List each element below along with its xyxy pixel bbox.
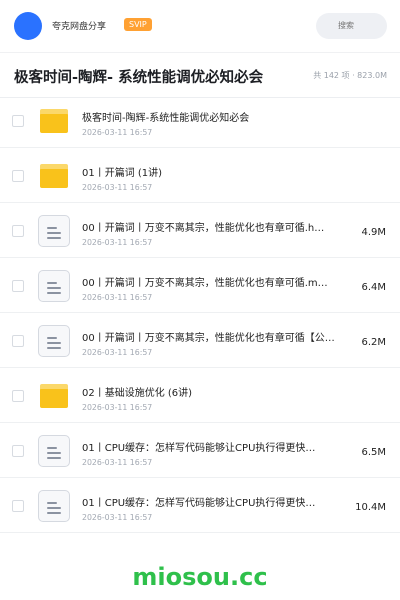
- item-size: 6.4M: [361, 282, 386, 293]
- folder-title-bar: 极客时间-陶辉- 系统性能调优必知必会 共 142 项 · 823.0M: [0, 53, 400, 98]
- document-file-icon: [38, 270, 70, 302]
- item-name: 00丨开篇词丨万变不离其宗，性能优化也有章可循【公…: [82, 333, 335, 344]
- select-checkbox[interactable]: [12, 170, 24, 182]
- item-name: 01丨CPU缓存：怎样写代码能够让CPU执行得更快…: [82, 443, 316, 454]
- folder-icon: [40, 164, 68, 188]
- select-checkbox[interactable]: [12, 335, 24, 347]
- item-size: 6.2M: [361, 337, 386, 348]
- list-item[interactable]: 01丨CPU缓存：怎样写代码能够让CPU执行得更快… 2026-03-11 16…: [0, 423, 400, 478]
- avatar[interactable]: [14, 12, 42, 40]
- page-title: 极客时间-陶辉- 系统性能调优必知必会: [14, 70, 264, 86]
- document-file-icon: [38, 490, 70, 522]
- list-item[interactable]: 02丨基础设施优化 (6讲) 2026-03-11 16:57: [0, 368, 400, 423]
- item-date: 2026-03-11 16:57: [82, 183, 153, 192]
- item-name: 00丨开篇词丨万变不离其宗，性能优化也有章可循.m…: [82, 278, 328, 289]
- select-checkbox[interactable]: [12, 280, 24, 292]
- select-checkbox[interactable]: [12, 225, 24, 237]
- watermark-logo: miosou.cc: [132, 563, 268, 591]
- select-checkbox[interactable]: [12, 445, 24, 457]
- list-item[interactable]: 01丨CPU缓存：怎样写代码能够让CPU执行得更快… 2026-03-11 16…: [0, 478, 400, 533]
- search-input[interactable]: [316, 13, 387, 39]
- select-checkbox[interactable]: [12, 390, 24, 402]
- select-checkbox[interactable]: [12, 115, 24, 127]
- folder-icon: [40, 109, 68, 133]
- item-date: 2026-03-11 16:57: [82, 348, 153, 357]
- share-owner-name: 夸克网盘分享: [52, 22, 107, 32]
- list-item[interactable]: 01丨开篇词 (1讲) 2026-03-11 16:57: [0, 148, 400, 203]
- item-name: 极客时间-陶辉-系统性能调优必知必会: [82, 113, 250, 124]
- folder-icon: [40, 384, 68, 408]
- list-item[interactable]: 00丨开篇词丨万变不离其宗，性能优化也有章可循.h… 2026-03-11 16…: [0, 203, 400, 258]
- item-name: 01丨开篇词 (1讲): [82, 168, 163, 179]
- item-date: 2026-03-11 16:57: [82, 128, 153, 137]
- document-file-icon: [38, 325, 70, 357]
- item-size: 10.4M: [355, 502, 386, 513]
- list-item[interactable]: 00丨开篇词丨万变不离其宗，性能优化也有章可循.m… 2026-03-11 16…: [0, 258, 400, 313]
- item-date: 2026-03-11 16:57: [82, 293, 153, 302]
- item-date: 2026-03-11 16:57: [82, 403, 153, 412]
- document-file-icon: [38, 435, 70, 467]
- item-count-size: 共 142 项 · 823.0M: [313, 71, 387, 80]
- list-item[interactable]: 00丨开篇词丨万变不离其宗，性能优化也有章可循【公… 2026-03-11 16…: [0, 313, 400, 368]
- item-date: 2026-03-11 16:57: [82, 458, 153, 467]
- item-date: 2026-03-11 16:57: [82, 238, 153, 247]
- item-name: 01丨CPU缓存：怎样写代码能够让CPU执行得更快…: [82, 498, 316, 509]
- item-date: 2026-03-11 16:57: [82, 513, 153, 522]
- document-file-icon: [38, 215, 70, 247]
- item-size: 6.5M: [361, 447, 386, 458]
- top-header: 夸克网盘分享 SVIP: [0, 0, 400, 52]
- file-list: 极客时间-陶辉-系统性能调优必知必会 2026-03-11 16:57 01丨开…: [0, 93, 400, 533]
- item-name: 02丨基础设施优化 (6讲): [82, 388, 193, 399]
- item-size: 4.9M: [361, 227, 386, 238]
- item-name: 00丨开篇词丨万变不离其宗，性能优化也有章可循.h…: [82, 223, 325, 234]
- svip-badge: SVIP: [124, 18, 152, 31]
- select-checkbox[interactable]: [12, 500, 24, 512]
- list-item[interactable]: 极客时间-陶辉-系统性能调优必知必会 2026-03-11 16:57: [0, 93, 400, 148]
